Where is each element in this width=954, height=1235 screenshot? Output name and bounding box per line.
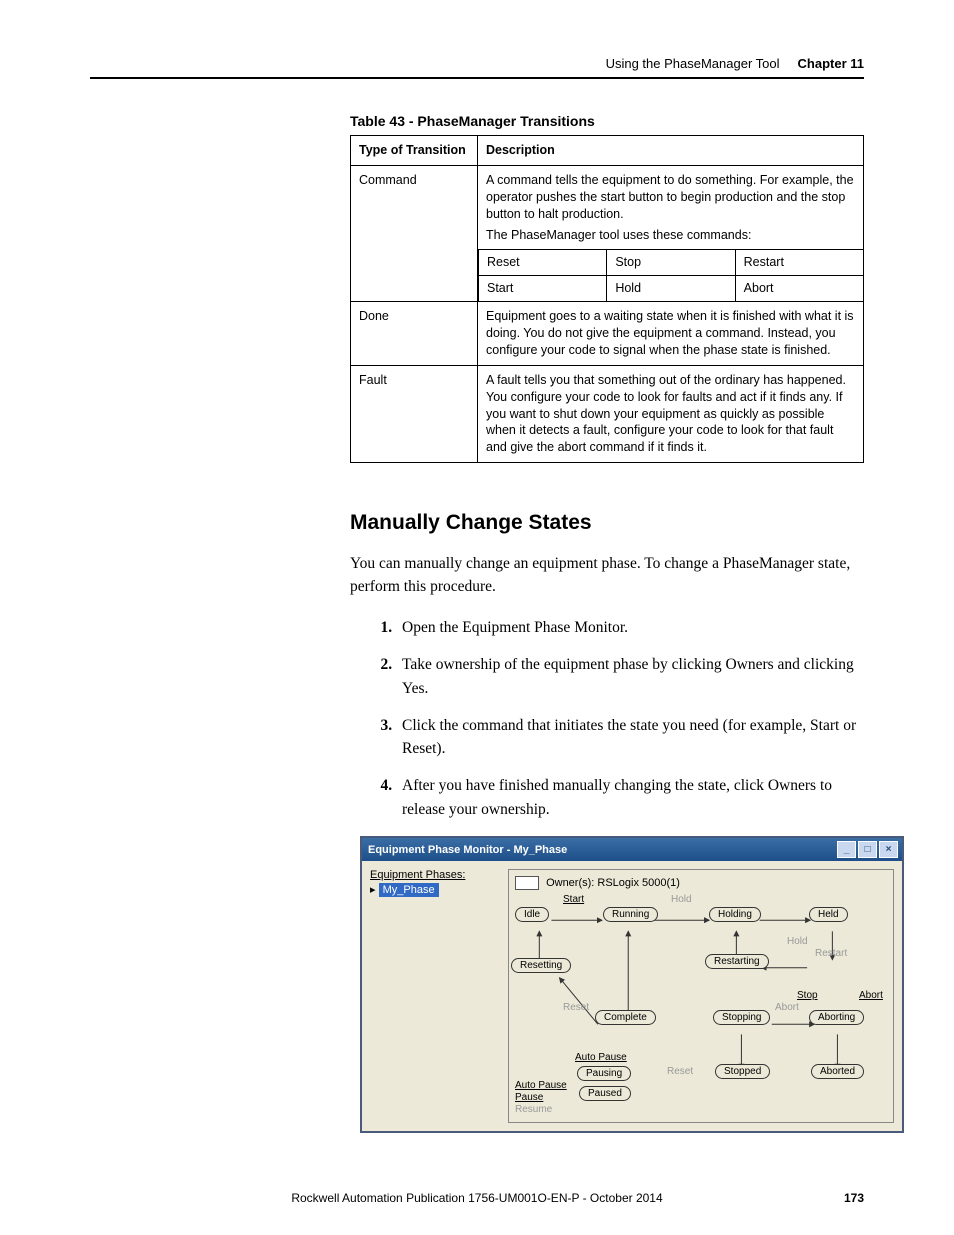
state-paused[interactable]: Paused: [579, 1086, 631, 1101]
th-desc: Description: [478, 136, 864, 166]
cmd-restart: Restart: [735, 249, 863, 275]
cmd-autopause2[interactable]: Auto Pause: [575, 1052, 627, 1063]
state-aborted[interactable]: Aborted: [811, 1064, 864, 1079]
window-titlebar: Equipment Phase Monitor - My_Phase _ □ ×: [362, 838, 902, 861]
th-type: Type of Transition: [351, 136, 478, 166]
command-p2: The PhaseManager tool uses these command…: [486, 227, 855, 244]
state-pausing[interactable]: Pausing: [577, 1066, 631, 1081]
state-held[interactable]: Held: [809, 907, 848, 922]
state-restarting[interactable]: Restarting: [705, 954, 769, 969]
tree-bullet-icon: ▸: [370, 884, 376, 896]
cmd-hold: Hold: [671, 894, 692, 905]
step-3: Click the command that initiates the sta…: [396, 714, 864, 761]
cmd-restart: Restart: [815, 948, 847, 959]
state-complete[interactable]: Complete: [595, 1010, 656, 1025]
cmd-stop[interactable]: Stop: [797, 990, 818, 1001]
tree-label: Equipment Phases:: [370, 869, 500, 881]
pause-links: Auto Pause Pause Resume: [515, 1080, 567, 1116]
owners-text: Owner(s): RSLogix 5000(1): [546, 877, 680, 889]
cmd-hold2: Hold: [787, 936, 808, 947]
maximize-icon[interactable]: □: [858, 841, 877, 858]
step-4: After you have finished manually changin…: [396, 774, 864, 821]
cmd-abort2: Abort: [775, 1002, 799, 1013]
footer-publication: Rockwell Automation Publication 1756-UM0…: [291, 1191, 662, 1205]
cmd-abort[interactable]: Abort: [859, 990, 883, 1001]
header-chapter: Chapter 11: [798, 56, 864, 71]
header-section: Using the PhaseManager Tool: [606, 56, 780, 71]
state-resetting[interactable]: Resetting: [511, 958, 571, 973]
cmd-stop: Stop: [606, 249, 734, 275]
cmd-reset: Reset: [563, 1002, 589, 1013]
intro-paragraph: You can manually change an equipment pha…: [350, 553, 864, 598]
tree-item-myphase[interactable]: My_Phase: [379, 883, 439, 897]
transitions-table: Type of Transition Description Command A…: [350, 135, 864, 463]
window-title: Equipment Phase Monitor - My_Phase: [368, 844, 567, 856]
phase-monitor-window: Equipment Phase Monitor - My_Phase _ □ ×…: [360, 836, 904, 1133]
table-caption: Table 43 - PhaseManager Transitions: [350, 113, 864, 129]
running-header: Using the PhaseManager Tool Chapter 11: [90, 56, 864, 79]
state-diagram: Owner(s): RSLogix 5000(1): [508, 869, 894, 1123]
row-command-type: Command: [351, 165, 478, 301]
cmd-abort: Abort: [735, 275, 863, 301]
phase-tree: Equipment Phases: ▸ My_Phase: [370, 869, 500, 1123]
state-stopped[interactable]: Stopped: [715, 1064, 770, 1079]
state-running[interactable]: Running: [603, 907, 658, 922]
subheading: Manually Change States: [350, 511, 864, 535]
command-p1: A command tells the equipment to do some…: [486, 172, 855, 223]
footer-page-number: 173: [844, 1191, 864, 1205]
link-resume: Resume: [515, 1104, 567, 1115]
link-pause[interactable]: Pause: [515, 1092, 567, 1103]
cmd-reset2: Reset: [667, 1066, 693, 1077]
step-1: Open the Equipment Phase Monitor.: [396, 616, 864, 639]
minimize-icon[interactable]: _: [837, 841, 856, 858]
row-fault-desc: A fault tells you that something out of …: [478, 365, 864, 462]
command-grid: Reset Stop Restart Start Hold Abort: [478, 249, 863, 301]
state-holding[interactable]: Holding: [709, 907, 761, 922]
close-icon[interactable]: ×: [879, 841, 898, 858]
state-aborting[interactable]: Aborting: [809, 1010, 864, 1025]
owners-line: Owner(s): RSLogix 5000(1): [515, 876, 887, 890]
step-2: Take ownership of the equipment phase by…: [396, 653, 864, 700]
row-done-desc: Equipment goes to a waiting state when i…: [478, 302, 864, 366]
cmd-start: Start: [478, 275, 606, 301]
row-fault-type: Fault: [351, 365, 478, 462]
procedure-list: Open the Equipment Phase Monitor. Take o…: [370, 616, 864, 821]
state-idle[interactable]: Idle: [515, 907, 549, 922]
cmd-hold: Hold: [606, 275, 734, 301]
cmd-start[interactable]: Start: [563, 894, 584, 905]
page-footer: Rockwell Automation Publication 1756-UM0…: [90, 1191, 864, 1205]
cmd-reset: Reset: [478, 249, 606, 275]
link-autopause[interactable]: Auto Pause: [515, 1080, 567, 1091]
state-stopping[interactable]: Stopping: [713, 1010, 770, 1025]
row-done-type: Done: [351, 302, 478, 366]
row-command-desc: A command tells the equipment to do some…: [478, 165, 864, 301]
owners-icon[interactable]: [515, 876, 539, 890]
